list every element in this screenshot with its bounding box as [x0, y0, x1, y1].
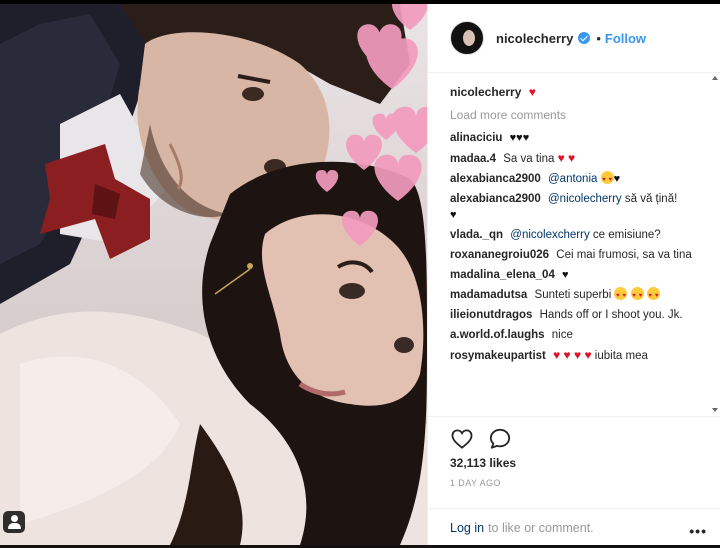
- comment-username[interactable]: alinaciciu: [450, 132, 502, 144]
- post-caption: nicolecherry ♥: [450, 84, 701, 100]
- comment-item: a.world.of.laughs nice: [450, 327, 701, 343]
- comment-text: Sunteti superbi: [534, 289, 612, 301]
- comment-item: alexabianca2900 @nicolecherry să vă țină…: [450, 191, 701, 223]
- heart-eyes-emoji: [646, 287, 660, 304]
- author-avatar[interactable]: [450, 21, 484, 55]
- black-heart-emoji: ♥: [562, 269, 569, 281]
- comment-text: ce emisiune?: [592, 229, 661, 241]
- comment-item: madaa.4 Sa va tina ♥ ♥: [450, 150, 701, 167]
- red-heart-emoji: ♥ ♥ ♥ ♥: [553, 348, 592, 362]
- comment-item: ilieionutdragos Hands off or I shoot you…: [450, 307, 701, 323]
- login-prompt-text: to like or comment.: [488, 520, 594, 535]
- comment-text: iubita mea: [594, 350, 648, 362]
- login-link[interactable]: Log in: [450, 521, 484, 535]
- red-heart-emoji: ♥ ♥: [557, 151, 576, 165]
- post-actions: 32,113 likes 1 DAY AGO Log in to like or…: [428, 416, 720, 545]
- red-heart-emoji: ♥: [528, 85, 536, 99]
- comment-text: Sa va tina: [503, 153, 555, 165]
- comment-username[interactable]: alexabianca2900: [450, 173, 541, 185]
- black-heart-emoji: ♥: [613, 173, 621, 185]
- author-username[interactable]: nicolecherry: [496, 31, 573, 46]
- action-icons: [450, 427, 512, 451]
- comments-scrollbar[interactable]: [710, 74, 720, 416]
- comment-username[interactable]: madaa.4: [450, 153, 496, 165]
- comment-item: rosymakeupartist ♥ ♥ ♥ ♥ iubita mea: [450, 347, 701, 364]
- post-side-panel: nicolecherry • Follow nicolecherry ♥ Loa…: [427, 4, 720, 545]
- user-tag-icon[interactable]: [3, 511, 25, 533]
- comment-text: Hands off or I shoot you. Jk.: [539, 309, 683, 321]
- comment-username[interactable]: madamadutsa: [450, 289, 527, 301]
- comment-text: Cei mai frumosi, sa va tina: [556, 249, 692, 261]
- like-count[interactable]: 32,113 likes: [450, 456, 516, 470]
- caption-username[interactable]: nicolecherry: [450, 85, 521, 99]
- heart-eyes-emoji: [630, 287, 644, 304]
- comment-item: roxananegroiu026 Cei mai frumosi, sa va …: [450, 247, 701, 263]
- post-timestamp[interactable]: 1 DAY AGO: [450, 478, 501, 488]
- comment-item: vlada._qn @nicolexcherry ce emisiune?: [450, 227, 701, 243]
- comment-mention[interactable]: @nicolecherry: [548, 193, 622, 205]
- comment-mention[interactable]: @antonia: [548, 173, 597, 185]
- comment-text: să vă țină!: [624, 193, 678, 205]
- comment-text: nice: [551, 329, 573, 341]
- comment-item: alinaciciu ♥♥♥: [450, 130, 701, 146]
- login-prompt: Log in to like or comment. •••: [428, 508, 720, 546]
- more-options-button[interactable]: •••: [689, 523, 707, 539]
- photo-illustration: [0, 4, 427, 545]
- comments-list[interactable]: nicolecherry ♥ Load more comments alinac…: [428, 74, 717, 416]
- comment-username[interactable]: a.world.of.laughs: [450, 329, 545, 341]
- scroll-down-arrow-icon[interactable]: [712, 408, 718, 412]
- comment-username[interactable]: rosymakeupartist: [450, 350, 546, 362]
- scroll-up-arrow-icon[interactable]: [712, 76, 718, 80]
- black-heart-emoji: ♥♥♥: [509, 132, 530, 144]
- comment-bubble-icon[interactable]: [488, 427, 512, 451]
- follow-button[interactable]: Follow: [605, 31, 646, 46]
- header-separator: •: [596, 30, 601, 46]
- comment-username[interactable]: roxananegroiu026: [450, 249, 549, 261]
- comment-username[interactable]: ilieionutdragos: [450, 309, 532, 321]
- load-more-comments-button[interactable]: Load more comments: [450, 107, 701, 123]
- comment-item: alexabianca2900 @antonia ♥: [450, 171, 701, 188]
- comment-username[interactable]: vlada._qn: [450, 229, 503, 241]
- comment-mention[interactable]: @nicolexcherry: [510, 229, 589, 241]
- comment-item: madamadutsa Sunteti superbi: [450, 287, 701, 304]
- heart-eyes-emoji: [614, 287, 628, 304]
- post-header: nicolecherry • Follow: [428, 4, 720, 73]
- heart-icon[interactable]: [450, 427, 474, 451]
- black-heart-emoji: ♥: [450, 209, 457, 221]
- comment-username[interactable]: alexabianca2900: [450, 193, 541, 205]
- verified-badge-icon: [578, 32, 591, 44]
- post-photo[interactable]: [0, 4, 427, 545]
- heart-eyes-emoji: [600, 171, 614, 188]
- comment-username[interactable]: madalina_elena_04: [450, 269, 555, 281]
- comment-item: madalina_elena_04 ♥: [450, 267, 701, 283]
